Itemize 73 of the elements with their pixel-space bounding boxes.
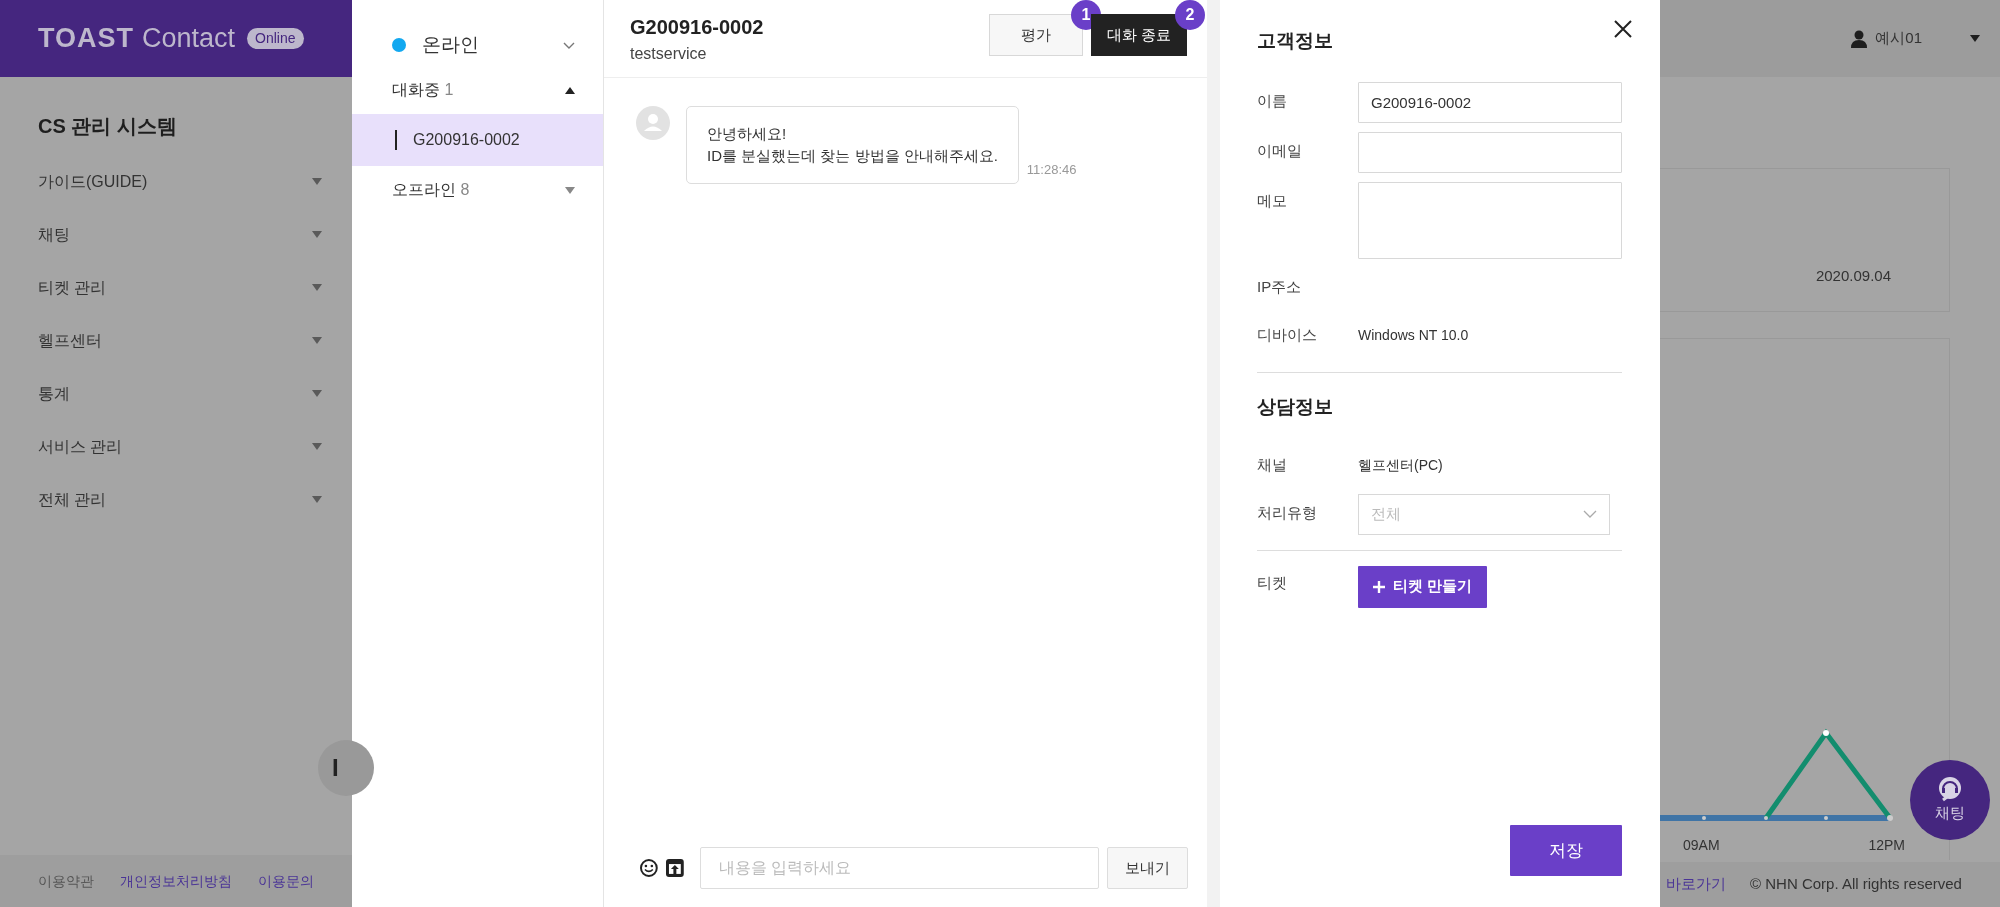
user-icon xyxy=(1851,29,1868,48)
field-label: 메모 xyxy=(1257,191,1288,211)
text-field[interactable]: G200916-0002 xyxy=(1358,82,1622,123)
sidebar-item[interactable]: 가이드(GUIDE) xyxy=(38,169,148,194)
footer-link[interactable]: 이용약관 xyxy=(38,870,94,892)
field-value: Windows NT 10.0 xyxy=(1358,326,1469,345)
expand-icon[interactable] xyxy=(312,284,322,291)
close-icon[interactable] xyxy=(1614,20,1632,38)
panel-title: 고객정보 xyxy=(1257,28,1333,53)
conversation-item[interactable]: G200916-0002 xyxy=(352,114,603,166)
expand-icon[interactable] xyxy=(1970,35,1980,42)
expand-icon[interactable] xyxy=(312,443,322,450)
message-bubble: 안녕하세요! ID를 분실했는데 찾는 방법을 안내해주세요. xyxy=(686,106,1019,184)
group-label[interactable]: 대화중 1 xyxy=(392,78,454,102)
message-time: 11:28:46 xyxy=(1026,161,1077,179)
text-field[interactable] xyxy=(1358,132,1622,173)
chat-fab[interactable]: 채팅 xyxy=(1910,760,1990,840)
cursor-bar xyxy=(395,130,397,150)
section-title: 상담정보 xyxy=(1257,395,1334,419)
expand-icon[interactable] xyxy=(312,390,322,397)
shortcut-link[interactable]: 바로가기 xyxy=(1666,873,1726,896)
logo-text: Contact xyxy=(142,22,236,56)
expand-icon[interactable] xyxy=(312,337,322,344)
action-button[interactable]: 대화 종료 xyxy=(1091,14,1187,56)
sidebar-item[interactable]: 채팅 xyxy=(38,222,70,247)
collapse-icon[interactable] xyxy=(565,86,575,94)
copyright-text: © NHN Corp. All rights reserved xyxy=(1750,874,1962,895)
expand-icon[interactable] xyxy=(312,178,322,185)
chat-subtitle: testservice xyxy=(630,43,708,64)
headset-icon xyxy=(1937,775,1963,802)
card-date: 2020.09.04 xyxy=(1815,265,1891,286)
sidebar-item[interactable]: 전체 관리 xyxy=(38,487,107,512)
field-value: 헬프센터(PC) xyxy=(1358,455,1443,475)
action-button[interactable]: 평가 xyxy=(989,14,1083,56)
floating-button[interactable]: I xyxy=(318,740,374,796)
field-label: 티켓 xyxy=(1257,572,1288,593)
group-label[interactable]: 오프라인 8 xyxy=(392,178,470,202)
chevron-down-icon xyxy=(1583,510,1597,518)
step-badge: 2 xyxy=(1175,0,1205,30)
save-button[interactable]: 저장 xyxy=(1510,825,1622,876)
sidebar-item[interactable]: 티켓 관리 xyxy=(38,275,107,300)
create-ticket-button[interactable]: 티켓 만들기 xyxy=(1358,565,1487,608)
footer-link[interactable]: 개인정보처리방침 xyxy=(120,870,232,892)
field-label: IP주소 xyxy=(1257,277,1303,297)
logo-badge: Online xyxy=(247,28,304,49)
expand-icon[interactable] xyxy=(312,496,322,503)
field-label: 디바이스 xyxy=(1257,325,1318,345)
chat-title: G200916-0002 xyxy=(630,14,764,40)
status-label[interactable]: 온라인 xyxy=(422,30,563,60)
sidebar-item[interactable]: 통계 xyxy=(38,381,70,406)
sidebar-title: CS 관리 시스템 xyxy=(38,114,178,139)
avatar-icon xyxy=(636,106,670,140)
field-label: 이름 xyxy=(1257,91,1288,111)
status-dot xyxy=(392,38,406,52)
memo-field[interactable] xyxy=(1358,182,1622,259)
axis-label: 09AM xyxy=(1683,836,1720,855)
user-name[interactable]: 예시01 xyxy=(1875,27,1922,50)
expand-icon[interactable] xyxy=(565,186,575,194)
expand-icon[interactable] xyxy=(312,231,322,238)
field-label: 이메일 xyxy=(1257,141,1303,161)
field-label: 채널 xyxy=(1257,454,1288,475)
footer-link[interactable]: 이용문의 xyxy=(258,870,314,892)
axis-label: 12PM xyxy=(1868,836,1905,855)
emoji-icon[interactable] xyxy=(640,859,658,877)
logo-text: TOAST xyxy=(38,22,134,56)
chevron-down-icon[interactable] xyxy=(563,41,575,49)
message-input[interactable]: 내용을 입력하세요 xyxy=(699,847,1099,889)
send-button[interactable]: 보내기 xyxy=(1106,847,1188,889)
sidebar-item[interactable]: 서비스 관리 xyxy=(38,434,123,459)
field-label: 처리유형 xyxy=(1257,502,1318,523)
plus-icon xyxy=(1372,580,1385,593)
upload-icon[interactable] xyxy=(665,859,684,877)
sidebar-item[interactable]: 헬프센터 xyxy=(38,328,102,353)
